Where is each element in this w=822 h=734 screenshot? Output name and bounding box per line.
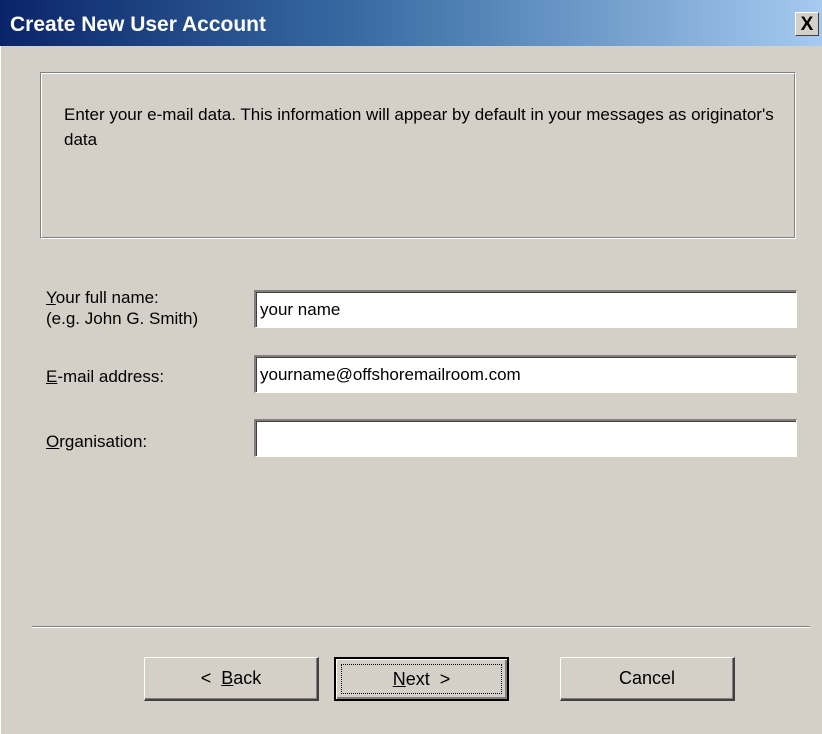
email-label-text: -mail address: (57, 367, 165, 386)
email-label: E-mail address: (46, 366, 164, 387)
info-panel: Enter your e-mail data. This information… (40, 72, 796, 239)
close-button[interactable]: X (795, 12, 819, 36)
full-name-label-text: our full name: (55, 288, 159, 307)
full-name-input[interactable] (254, 290, 797, 328)
cancel-button[interactable]: Cancel (560, 657, 735, 701)
info-text: Enter your e-mail data. This information… (64, 105, 774, 149)
organisation-label-accel: O (46, 432, 60, 451)
next-button[interactable]: Next > (334, 657, 509, 701)
button-separator (32, 626, 810, 628)
full-name-hint: (e.g. John G. Smith) (46, 309, 199, 328)
full-name-label: Your full name: (e.g. John G. Smith) (46, 287, 198, 329)
cancel-button-label: Cancel (618, 668, 676, 688)
focus-rectangle (341, 664, 502, 694)
organisation-label: Organisation: (46, 431, 147, 452)
email-input[interactable] (254, 355, 797, 393)
organisation-input[interactable] (254, 419, 797, 457)
email-label-accel: E (46, 367, 58, 386)
close-icon: X (800, 13, 814, 35)
window-border (0, 46, 9, 734)
organisation-label-text: rganisation: (59, 432, 148, 451)
title-bar[interactable]: Create New User Account X (0, 0, 822, 46)
window-title: Create New User Account (10, 13, 266, 36)
full-name-label-accel: Y (46, 288, 56, 307)
back-button-accel: B (221, 668, 234, 688)
back-button[interactable]: < Back (144, 657, 319, 701)
back-button-label: ack (233, 668, 262, 688)
back-button-prefix: < (200, 668, 222, 688)
